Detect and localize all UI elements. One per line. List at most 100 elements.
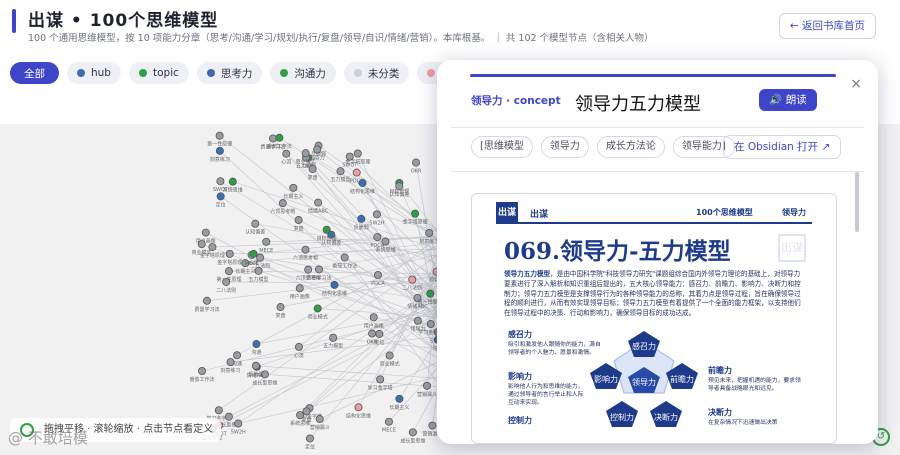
graph-node[interactable] [330,280,339,289]
filter-chip-topic[interactable]: topic [128,62,189,84]
graph-node[interactable] [233,351,242,360]
graph-node[interactable] [276,303,285,312]
graph-node[interactable] [313,145,322,154]
graph-node[interactable] [373,270,382,279]
graph-node[interactable] [282,149,291,158]
graph-node[interactable] [225,249,234,258]
graph-node[interactable] [352,168,361,177]
graph-node[interactable] [294,216,303,225]
graph-node-label: OKR [367,340,378,346]
graph-node-label: 长期主义 [283,193,303,200]
tag-item[interactable]: 成长方法论 [596,136,665,158]
filter-chip-label: 沟通力 [294,67,326,80]
graph-node[interactable] [322,225,331,234]
read-aloud-button[interactable]: 🔊 朗读 [759,89,817,111]
graph-node[interactable] [372,210,381,219]
graph-node[interactable] [428,421,437,430]
graph-node[interactable] [357,214,366,223]
open-in-obsidian-button[interactable]: 在 Obsidian 打开 ↗ [723,135,842,159]
graph-node[interactable] [252,340,261,349]
graph-node[interactable] [201,228,210,237]
graph-node[interactable] [222,277,231,286]
graph-node[interactable] [411,209,420,218]
graph-node[interactable] [408,428,417,437]
graph-node[interactable] [413,316,422,325]
graph-node[interactable] [368,329,377,338]
graph-node[interactable] [423,381,432,390]
graph-node[interactable] [226,358,235,367]
filter-chip-uncategorized[interactable]: 未分类 [343,62,410,84]
graph-node[interactable] [278,199,287,208]
graph-node[interactable] [314,265,323,274]
filter-chip-hub[interactable]: hub [67,62,121,84]
graph-node[interactable] [375,329,384,338]
graph-node[interactable] [376,375,385,384]
graph-node[interactable] [202,296,211,305]
graph-node[interactable] [426,319,435,328]
graph-node-label: 金字塔原理 [200,252,225,259]
graph-node[interactable] [340,253,349,262]
graph-node[interactable] [251,219,260,228]
graph-node[interactable] [215,146,224,155]
graph-node[interactable] [216,177,225,186]
graph-node[interactable] [295,284,304,293]
doc-paragraph: 领导力五力模型，是由中国科学院"科技领导力研究"课题组综合国内外领导力理论的基础… [504,270,806,319]
graph-node[interactable] [308,165,317,174]
graph-node[interactable] [251,361,260,370]
graph-node[interactable] [395,394,404,403]
graph-node[interactable] [314,198,323,207]
graph-node[interactable] [315,415,324,424]
graph-node[interactable] [395,182,404,191]
graph-edge [238,280,444,424]
graph-node[interactable] [373,233,382,242]
graph-node-label: 认知偏差 [245,229,265,236]
graph-node[interactable] [197,240,206,249]
graph-node[interactable] [289,183,298,192]
graph-node-label: OKR [411,169,422,175]
graph-node[interactable] [198,367,207,376]
graph-node[interactable] [234,419,243,428]
filter-chip-communication[interactable]: 沟通力 [270,62,336,84]
panel-scrollbar[interactable] [855,172,859,232]
graph-node[interactable] [224,412,233,421]
graph-node[interactable] [275,133,284,142]
graph-node[interactable] [408,275,417,284]
back-to-library-button[interactable]: ← 返回书库首页 [778,13,876,39]
graph-node[interactable] [426,289,435,298]
graph-node[interactable] [354,403,363,412]
tag-item[interactable]: [思维模型 [471,136,533,158]
graph-node[interactable] [345,152,354,161]
graph-node[interactable] [425,228,434,237]
graph-node[interactable] [208,243,217,252]
graph-node[interactable] [412,158,421,167]
graph-node-label: 商业模式 [308,313,328,320]
watermark: @ 不敢培模 [8,429,88,447]
graph-node[interactable] [385,351,394,360]
graph-node[interactable] [336,167,345,176]
graph-node[interactable] [302,407,311,416]
tag-item[interactable]: 领导力 [540,136,589,158]
filter-chip-all[interactable]: 全部 [10,62,59,84]
graph-node[interactable] [294,342,303,351]
graph-node[interactable] [306,434,315,443]
graph-node[interactable] [313,304,322,313]
graph-node[interactable] [215,131,224,140]
graph-node[interactable] [384,417,393,426]
graph-node[interactable] [301,149,310,158]
graph-node-label: 五力模型 [249,276,269,283]
graph-node[interactable] [369,313,378,322]
graph-node[interactable] [296,411,305,420]
graph-node[interactable] [329,333,338,342]
filter-chip-thinking[interactable]: 思考力 [196,62,263,84]
graph-node[interactable] [353,149,362,158]
graph-node[interactable] [216,192,225,201]
graph-node[interactable] [224,267,233,276]
graph-node[interactable] [358,178,367,187]
graph-node[interactable] [249,249,258,258]
graph-node[interactable] [304,265,313,274]
close-icon[interactable]: × [850,76,862,92]
graph-node[interactable] [214,406,223,415]
graph-node[interactable] [301,245,310,254]
graph-node[interactable] [262,237,271,246]
graph-node[interactable] [228,177,237,186]
